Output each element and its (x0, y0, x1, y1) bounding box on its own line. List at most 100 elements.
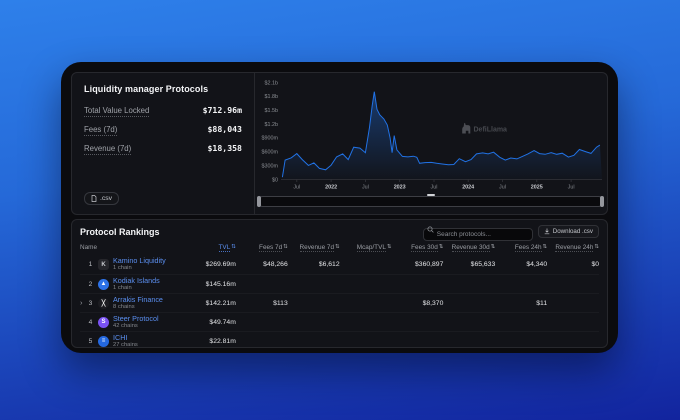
column-header-fees-30d[interactable]: Fees 30d ⇅ (392, 244, 443, 253)
search-icon (427, 226, 434, 233)
protocol-icon: ▲ (98, 278, 109, 290)
table-row[interactable]: › 3 ╳ Arrakis Finance 8 chains $142.21m $… (80, 293, 599, 312)
svg-text:2025: 2025 (531, 185, 543, 191)
cell-value: $49.74m (209, 318, 236, 326)
download-button-label: Download .csv (552, 228, 593, 235)
stat-label: Total Value Locked (84, 106, 150, 117)
row-rank: 3 (88, 299, 93, 307)
file-icon (91, 195, 97, 202)
cell-value: $48,266 (263, 261, 288, 268)
svg-text:Jul: Jul (293, 185, 300, 191)
protocol-chain-count: 1 chain (113, 284, 132, 291)
search-input[interactable] (422, 227, 533, 241)
rankings-title: Protocol Rankings (80, 226, 160, 237)
svg-text:$1.2b: $1.2b (265, 122, 279, 128)
brush-center-notch (426, 194, 435, 196)
svg-text:$0: $0 (272, 177, 278, 183)
row-rank: 5 (88, 337, 93, 345)
svg-text:Jul: Jul (568, 185, 575, 191)
protocol-name[interactable]: Arrakis Finance (113, 295, 163, 304)
cell-value: $6,612 (318, 261, 340, 268)
protocol-name[interactable]: Kamino Liquidity (113, 256, 166, 265)
row-rank: 2 (88, 280, 93, 288)
cell-value: $22.81m (209, 337, 236, 345)
column-header-fees-24h[interactable]: Fees 24h ⇅ (495, 244, 547, 253)
svg-text:Jul: Jul (431, 185, 438, 191)
protocol-icon: S (98, 316, 109, 328)
brush-handle-left[interactable] (257, 196, 261, 207)
stat-value: $712.96m (202, 105, 242, 115)
svg-text:DefiLlama: DefiLlama (474, 127, 508, 134)
protocol-name-cell: 5 ≡ ICHI 27 chains (80, 333, 184, 348)
csv-button-label: .csv (100, 195, 113, 202)
rankings-toolbar: Protocol Rankings Download .csv (80, 220, 599, 241)
sort-icon: ⇅ (594, 244, 599, 251)
stat-label: Revenue (7d) (84, 144, 132, 155)
row-rank: 1 (88, 261, 93, 268)
stat-row: Fees (7d) $88,043 (84, 124, 242, 136)
protocol-name[interactable]: Steer Protocol (113, 314, 159, 323)
download-csv-button[interactable]: Download .csv (537, 225, 599, 238)
cell-value: $8,370 (422, 299, 444, 307)
table-row[interactable]: 5 ≡ ICHI 27 chains $22.81m (80, 331, 599, 348)
stat-row: Total Value Locked $712.96m (84, 105, 242, 117)
table-body: 1 K Kamino Liquidity 1 chain $269.69m $48… (80, 255, 599, 348)
column-header-mcap-tvl[interactable]: Mcap/TVL ⇅ (340, 244, 392, 253)
table-row[interactable]: 2 ▲ Kodiak Islands 1 chain $145.16m (80, 274, 599, 293)
cell-value: $11 (536, 299, 548, 307)
cell-value: $113 (273, 299, 288, 307)
table-row[interactable]: 1 K Kamino Liquidity 1 chain $269.69m $48… (80, 255, 599, 274)
protocol-icon: ╳ (98, 297, 109, 309)
column-header-revenue-30d[interactable]: Revenue 30d ⇅ (443, 244, 495, 253)
overview-section: Liquidity manager Protocols Total Value … (71, 72, 608, 215)
cell-value: $142.21m (205, 299, 236, 307)
cell-value: $360,897 (415, 261, 444, 268)
search-box (422, 223, 533, 241)
table-row[interactable]: 4 S Steer Protocol 42 chains $49.74m (80, 312, 599, 331)
protocol-name[interactable]: ICHI (113, 333, 138, 342)
row-rank: 4 (88, 318, 93, 326)
tvl-chart-panel: $0 $300m $600m $900m $1.2b $1.5b $1.8b $2.1b Jul… (255, 73, 607, 214)
page-title: Liquidity manager Protocols (84, 84, 209, 94)
svg-text:$300m: $300m (262, 163, 279, 169)
cell-value: $65,633 (470, 261, 496, 268)
protocol-icon: K (98, 259, 109, 270)
svg-text:$2.1b: $2.1b (265, 80, 279, 86)
protocol-chain-count: 1 chain (113, 265, 132, 272)
protocol-name-cell: › 3 ╳ Arrakis Finance 8 chains (80, 295, 184, 311)
stat-row: Revenue (7d) $18,358 (84, 143, 242, 155)
cell-value: $145.16m (205, 280, 236, 288)
column-header-revenue-24h[interactable]: Revenue 24h ⇅ (547, 244, 599, 253)
tvl-chart-svg: $0 $300m $600m $900m $1.2b $1.5b $1.8b $2.1b Jul… (262, 80, 602, 191)
protocol-rankings-panel: Protocol Rankings Download .csv NameT (71, 219, 608, 348)
svg-text:2022: 2022 (325, 185, 337, 191)
defillama-llama-icon (462, 122, 471, 134)
svg-text:2024: 2024 (462, 185, 474, 191)
cell-value: $269.69m (205, 261, 236, 268)
rankings-tools: Download .csv (422, 223, 599, 241)
column-header-revenue-7d[interactable]: Revenue 7d ⇅ (288, 244, 340, 253)
protocol-name[interactable]: Kodiak Islands (113, 276, 160, 285)
column-header-fees-7d[interactable]: Fees 7d ⇅ (236, 244, 288, 253)
protocol-chain-count: 27 chains (113, 341, 138, 348)
table-header: Name TVL ⇅ Fees 7d ⇅ Revenue 7d ⇅ Mcap/TVL ⇅ Fees… (80, 241, 599, 255)
svg-text:Jul: Jul (362, 185, 369, 191)
column-header-tvl[interactable]: TVL ⇅ (184, 244, 236, 253)
chart-zoom-brush[interactable] (257, 194, 604, 207)
svg-text:Jul: Jul (499, 185, 506, 191)
protocol-name-cell: 1 K Kamino Liquidity 1 chain (80, 256, 184, 272)
csv-download-button[interactable]: .csv (84, 192, 120, 205)
cell-value: $0 (591, 261, 599, 268)
brush-handle-right[interactable] (600, 196, 604, 207)
stat-label: Fees (7d) (84, 125, 118, 136)
dashboard-card: Liquidity manager Protocols Total Value … (61, 62, 618, 353)
protocol-icon: ≡ (98, 335, 109, 347)
cell-value: $4,340 (526, 261, 548, 268)
stat-value: $88,043 (207, 124, 242, 134)
svg-text:$600m: $600m (262, 150, 279, 156)
svg-text:$1.8b: $1.8b (265, 94, 279, 100)
protocol-chain-count: 42 chains (113, 322, 138, 329)
column-header-name: Name (80, 244, 98, 252)
stat-value: $18,358 (207, 143, 242, 153)
svg-text:$1.5b: $1.5b (265, 108, 279, 114)
